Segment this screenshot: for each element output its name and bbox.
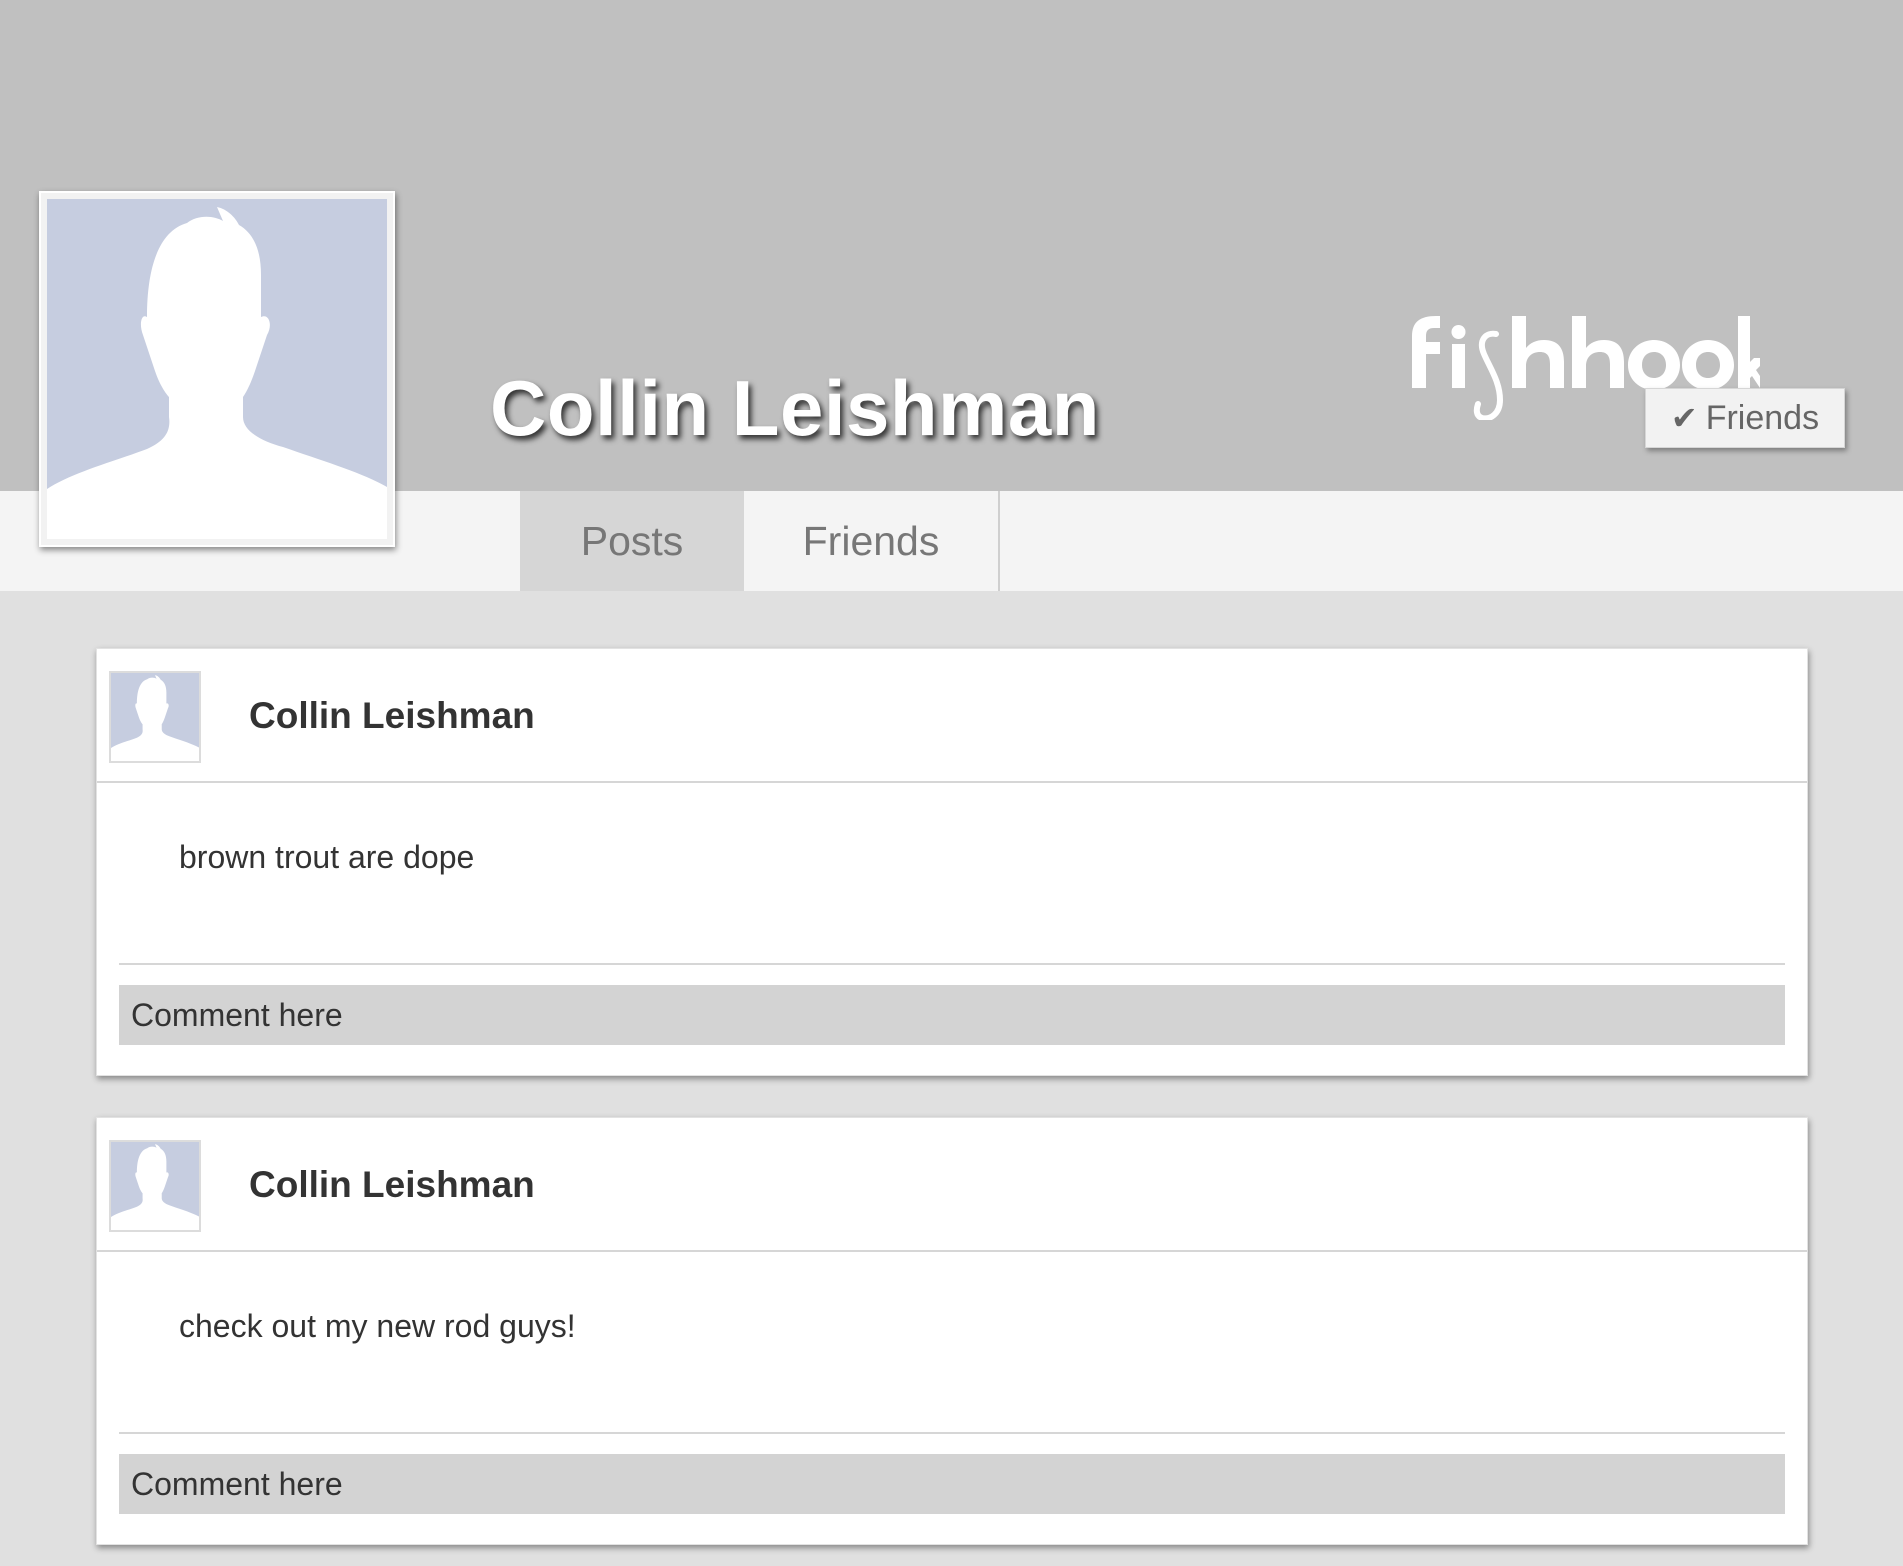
post-card: Collin Leishman brown trout are dope xyxy=(96,648,1808,1076)
post-author-name[interactable]: Collin Leishman xyxy=(249,1164,535,1206)
post-text: check out my new rod guys! xyxy=(179,1308,576,1344)
post-author-name[interactable]: Collin Leishman xyxy=(249,695,535,737)
tab-friends[interactable]: Friends xyxy=(744,491,1000,591)
profile-name: Collin Leishman xyxy=(490,364,1100,452)
comment-input[interactable] xyxy=(119,985,1785,1045)
divider xyxy=(119,1432,1785,1434)
avatar xyxy=(47,199,387,539)
avatar[interactable] xyxy=(109,1140,201,1232)
divider xyxy=(97,1250,1807,1252)
post-text: brown trout are dope xyxy=(179,839,475,875)
friends-status-button[interactable]: ✔ Friends xyxy=(1645,388,1845,448)
person-silhouette-icon xyxy=(111,675,199,761)
friends-button-label: Friends xyxy=(1705,398,1820,437)
post-card: Collin Leishman check out my new rod guy… xyxy=(96,1117,1808,1545)
person-silhouette-icon xyxy=(47,207,387,539)
person-silhouette-icon xyxy=(111,1144,199,1230)
checkmark-icon: ✔ xyxy=(1670,399,1698,437)
tab-posts[interactable]: Posts xyxy=(520,491,744,591)
divider xyxy=(97,781,1807,783)
comment-input[interactable] xyxy=(119,1454,1785,1514)
divider xyxy=(119,963,1785,965)
avatar[interactable] xyxy=(109,671,201,763)
profile-photo[interactable] xyxy=(39,191,395,547)
